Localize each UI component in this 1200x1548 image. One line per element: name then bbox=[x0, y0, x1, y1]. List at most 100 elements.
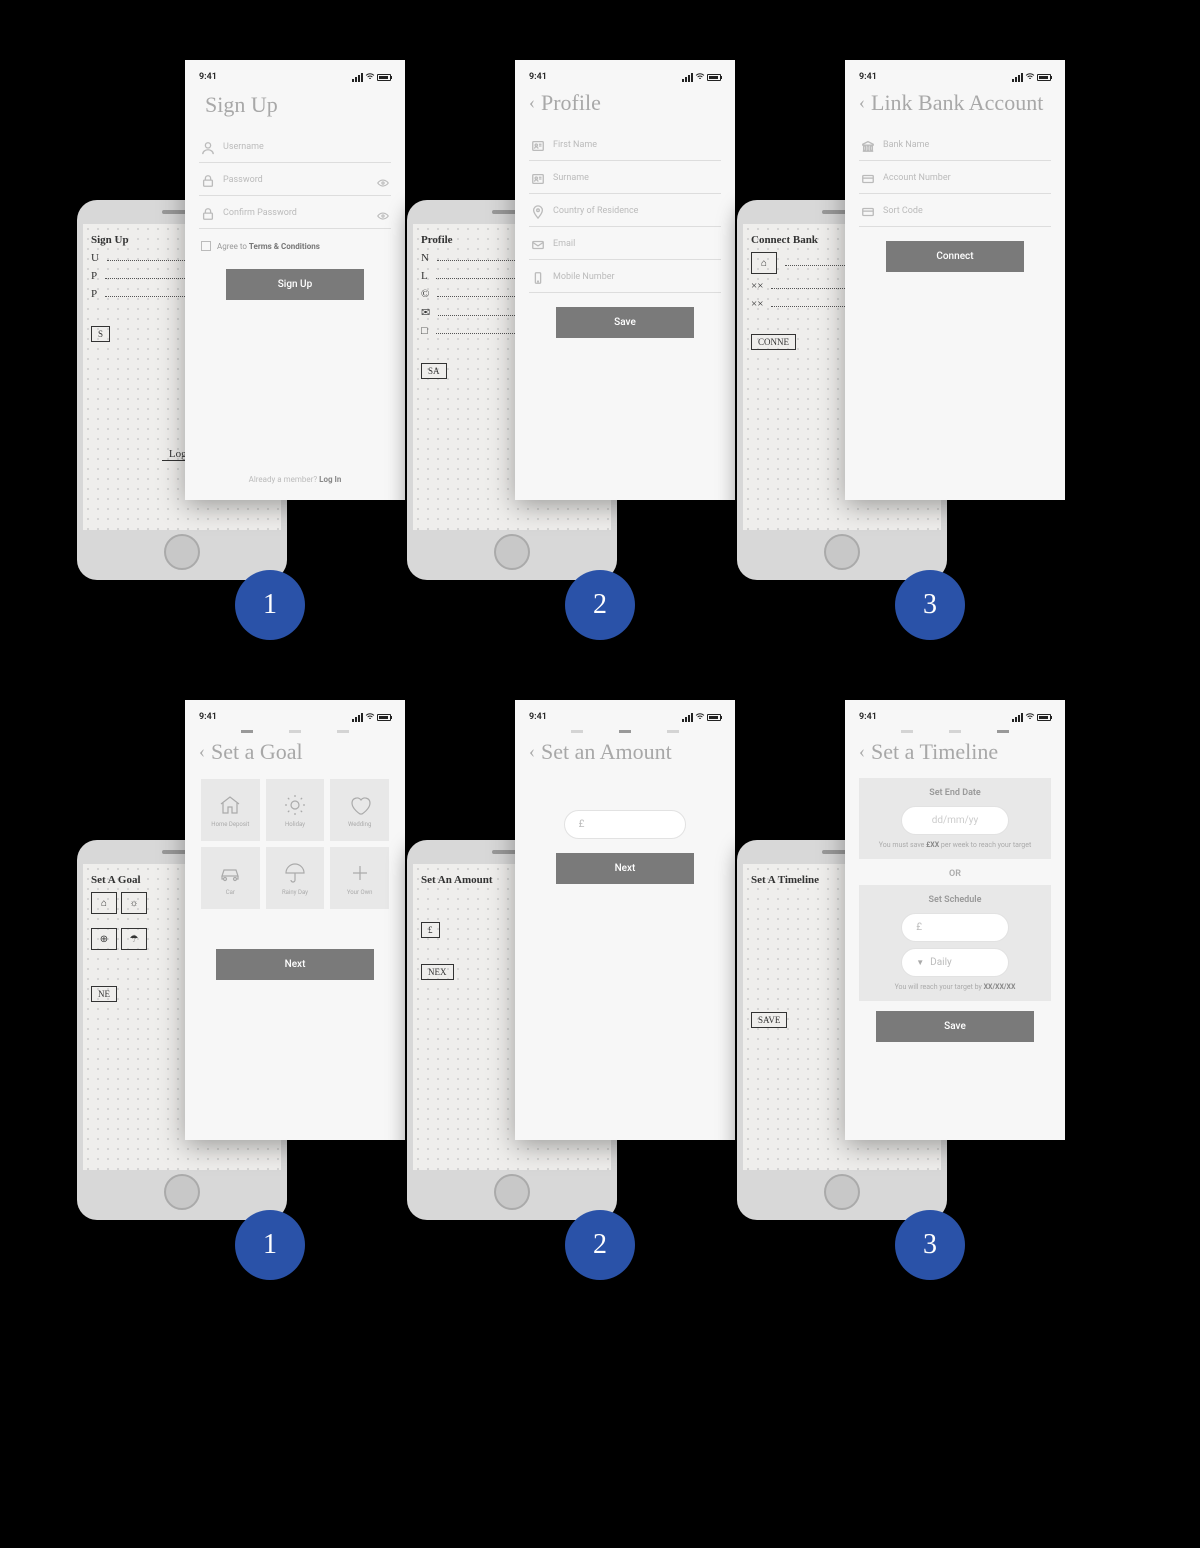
umbrella-icon bbox=[283, 861, 307, 885]
wireframe-signup: 9:41 Sign Up Username Password Confirm P… bbox=[185, 60, 405, 500]
battery-icon bbox=[1037, 74, 1051, 81]
back-icon[interactable]: ‹ bbox=[859, 739, 865, 763]
confirm-password-field[interactable]: Confirm Password bbox=[199, 198, 391, 229]
goal-tile-car[interactable]: Car bbox=[201, 847, 260, 909]
country-field[interactable]: Country of Residence bbox=[529, 196, 721, 227]
card-title: Set Schedule bbox=[871, 895, 1039, 905]
username-field[interactable]: Username bbox=[199, 132, 391, 163]
statusbar: 9:41 bbox=[529, 70, 721, 84]
battery-icon bbox=[1037, 714, 1051, 721]
schedule-amount-input[interactable]: £ bbox=[901, 913, 1009, 942]
sketch-title: Set An Amount bbox=[421, 874, 493, 886]
wifi-icon bbox=[695, 713, 705, 721]
sketch-title: Profile bbox=[421, 234, 453, 246]
card-icon bbox=[861, 171, 875, 185]
goal-tile-own[interactable]: Your Own bbox=[330, 847, 389, 909]
next-button[interactable]: Next bbox=[556, 853, 694, 884]
connect-button[interactable]: Connect bbox=[886, 241, 1024, 272]
signal-icon bbox=[1012, 713, 1023, 722]
signal-icon bbox=[352, 73, 363, 82]
sketch-title: Sign Up bbox=[91, 234, 129, 246]
password-field[interactable]: Password bbox=[199, 165, 391, 196]
heart-icon bbox=[348, 793, 372, 817]
battery-icon bbox=[707, 714, 721, 721]
wireframe-link-bank: 9:41 ‹ Link Bank Account Bank Name Accou… bbox=[845, 60, 1065, 500]
statusbar: 9:41 bbox=[199, 710, 391, 724]
signup-button[interactable]: Sign Up bbox=[226, 269, 364, 300]
wifi-icon bbox=[1025, 713, 1035, 721]
step-badge: 1 bbox=[235, 1210, 305, 1280]
bank-name-field[interactable]: Bank Name bbox=[859, 130, 1051, 161]
eye-icon[interactable] bbox=[377, 207, 389, 219]
schedule-card: Set Schedule £ ▼Daily You will reach you… bbox=[859, 885, 1051, 1001]
back-icon[interactable]: ‹ bbox=[859, 90, 865, 114]
wifi-icon bbox=[1025, 73, 1035, 81]
mobile-field[interactable]: Mobile Number bbox=[529, 262, 721, 293]
schedule-frequency-select[interactable]: ▼Daily bbox=[901, 948, 1009, 977]
signal-icon bbox=[682, 713, 693, 722]
sun-icon bbox=[283, 793, 307, 817]
goal-tile-home[interactable]: Home Deposit bbox=[201, 779, 260, 841]
wireframe-amount: 9:41 ‹ Set an Amount £ Next bbox=[515, 700, 735, 1140]
statusbar: 9:41 bbox=[199, 70, 391, 84]
pin-icon bbox=[531, 204, 545, 218]
end-date-card: Set End Date dd/mm/yy You must save £XX … bbox=[859, 778, 1051, 859]
sketch-title: Connect Bank bbox=[751, 234, 818, 246]
user-icon bbox=[201, 140, 215, 154]
status-time: 9:41 bbox=[529, 72, 547, 82]
email-field[interactable]: Email bbox=[529, 229, 721, 260]
page-title: Set a Timeline bbox=[871, 739, 998, 764]
step-badge: 2 bbox=[565, 570, 635, 640]
terms-row[interactable]: Agree to Terms & Conditions bbox=[201, 241, 389, 251]
checkbox-icon[interactable] bbox=[201, 241, 211, 251]
statusbar: 9:41 bbox=[859, 70, 1051, 84]
screen-link-bank-group: Connect Bank ⌂ ×× ×× CONNE 9:41 ‹ Link B… bbox=[795, 60, 1065, 580]
eye-icon[interactable] bbox=[377, 174, 389, 186]
goal-grid: Home Deposit Holiday Wedding Car Rainy D… bbox=[201, 779, 389, 909]
wifi-icon bbox=[365, 713, 375, 721]
save-button[interactable]: Save bbox=[876, 1011, 1033, 1042]
screen-amount-group: Set An Amount £ NEX 9:41 ‹ Set an Amount… bbox=[465, 700, 735, 1220]
row-2: Set A Goal ⌂ ☼ ⊕ ☂ NE 9:41 ‹ Set a Goal … bbox=[0, 700, 1200, 1220]
goal-tile-holiday[interactable]: Holiday bbox=[266, 779, 325, 841]
page-title: Profile bbox=[541, 90, 601, 116]
schedule-help: You will reach your target by XX/XX/XX bbox=[871, 983, 1039, 991]
statusbar: 9:41 bbox=[529, 710, 721, 724]
progress-tabs bbox=[529, 730, 721, 733]
wireframe-profile: 9:41 ‹ Profile First Name Surname Countr… bbox=[515, 60, 735, 500]
save-button[interactable]: Save bbox=[556, 307, 694, 338]
goal-tile-rainy[interactable]: Rainy Day bbox=[266, 847, 325, 909]
car-icon bbox=[218, 861, 242, 885]
surname-field[interactable]: Surname bbox=[529, 163, 721, 194]
sort-code-field[interactable]: Sort Code bbox=[859, 196, 1051, 227]
date-help: You must save £XX per week to reach your… bbox=[871, 841, 1039, 849]
battery-icon bbox=[377, 74, 391, 81]
wifi-icon bbox=[365, 73, 375, 81]
back-icon[interactable]: ‹ bbox=[529, 90, 535, 114]
plus-icon bbox=[348, 861, 372, 885]
screen-signup-group: Sign Up U P P S Login 9:41 Sign Up bbox=[135, 60, 405, 580]
currency-label: £ bbox=[579, 819, 585, 830]
signal-icon bbox=[1012, 73, 1023, 82]
wireframe-timeline: 9:41 ‹ Set a Timeline Set End Date dd/mm… bbox=[845, 700, 1065, 1140]
footer-login-link[interactable]: Already a member? Log In bbox=[185, 475, 405, 484]
battery-icon bbox=[707, 74, 721, 81]
step-badge: 2 bbox=[565, 1210, 635, 1280]
first-name-field[interactable]: First Name bbox=[529, 130, 721, 161]
back-icon[interactable]: ‹ bbox=[529, 739, 535, 763]
status-time: 9:41 bbox=[529, 712, 547, 722]
status-time: 9:41 bbox=[199, 712, 217, 722]
account-number-field[interactable]: Account Number bbox=[859, 163, 1051, 194]
progress-tabs bbox=[199, 730, 391, 733]
next-button[interactable]: Next bbox=[216, 949, 373, 980]
signal-icon bbox=[682, 73, 693, 82]
date-input[interactable]: dd/mm/yy bbox=[901, 806, 1009, 835]
goal-tile-wedding[interactable]: Wedding bbox=[330, 779, 389, 841]
lock-icon bbox=[201, 173, 215, 187]
back-icon[interactable]: ‹ bbox=[199, 739, 205, 763]
lock-icon bbox=[201, 206, 215, 220]
amount-input[interactable]: £ bbox=[564, 810, 687, 839]
row-1: Sign Up U P P S Login 9:41 Sign Up bbox=[0, 60, 1200, 580]
bank-icon bbox=[861, 138, 875, 152]
page-title: Sign Up bbox=[205, 92, 391, 118]
